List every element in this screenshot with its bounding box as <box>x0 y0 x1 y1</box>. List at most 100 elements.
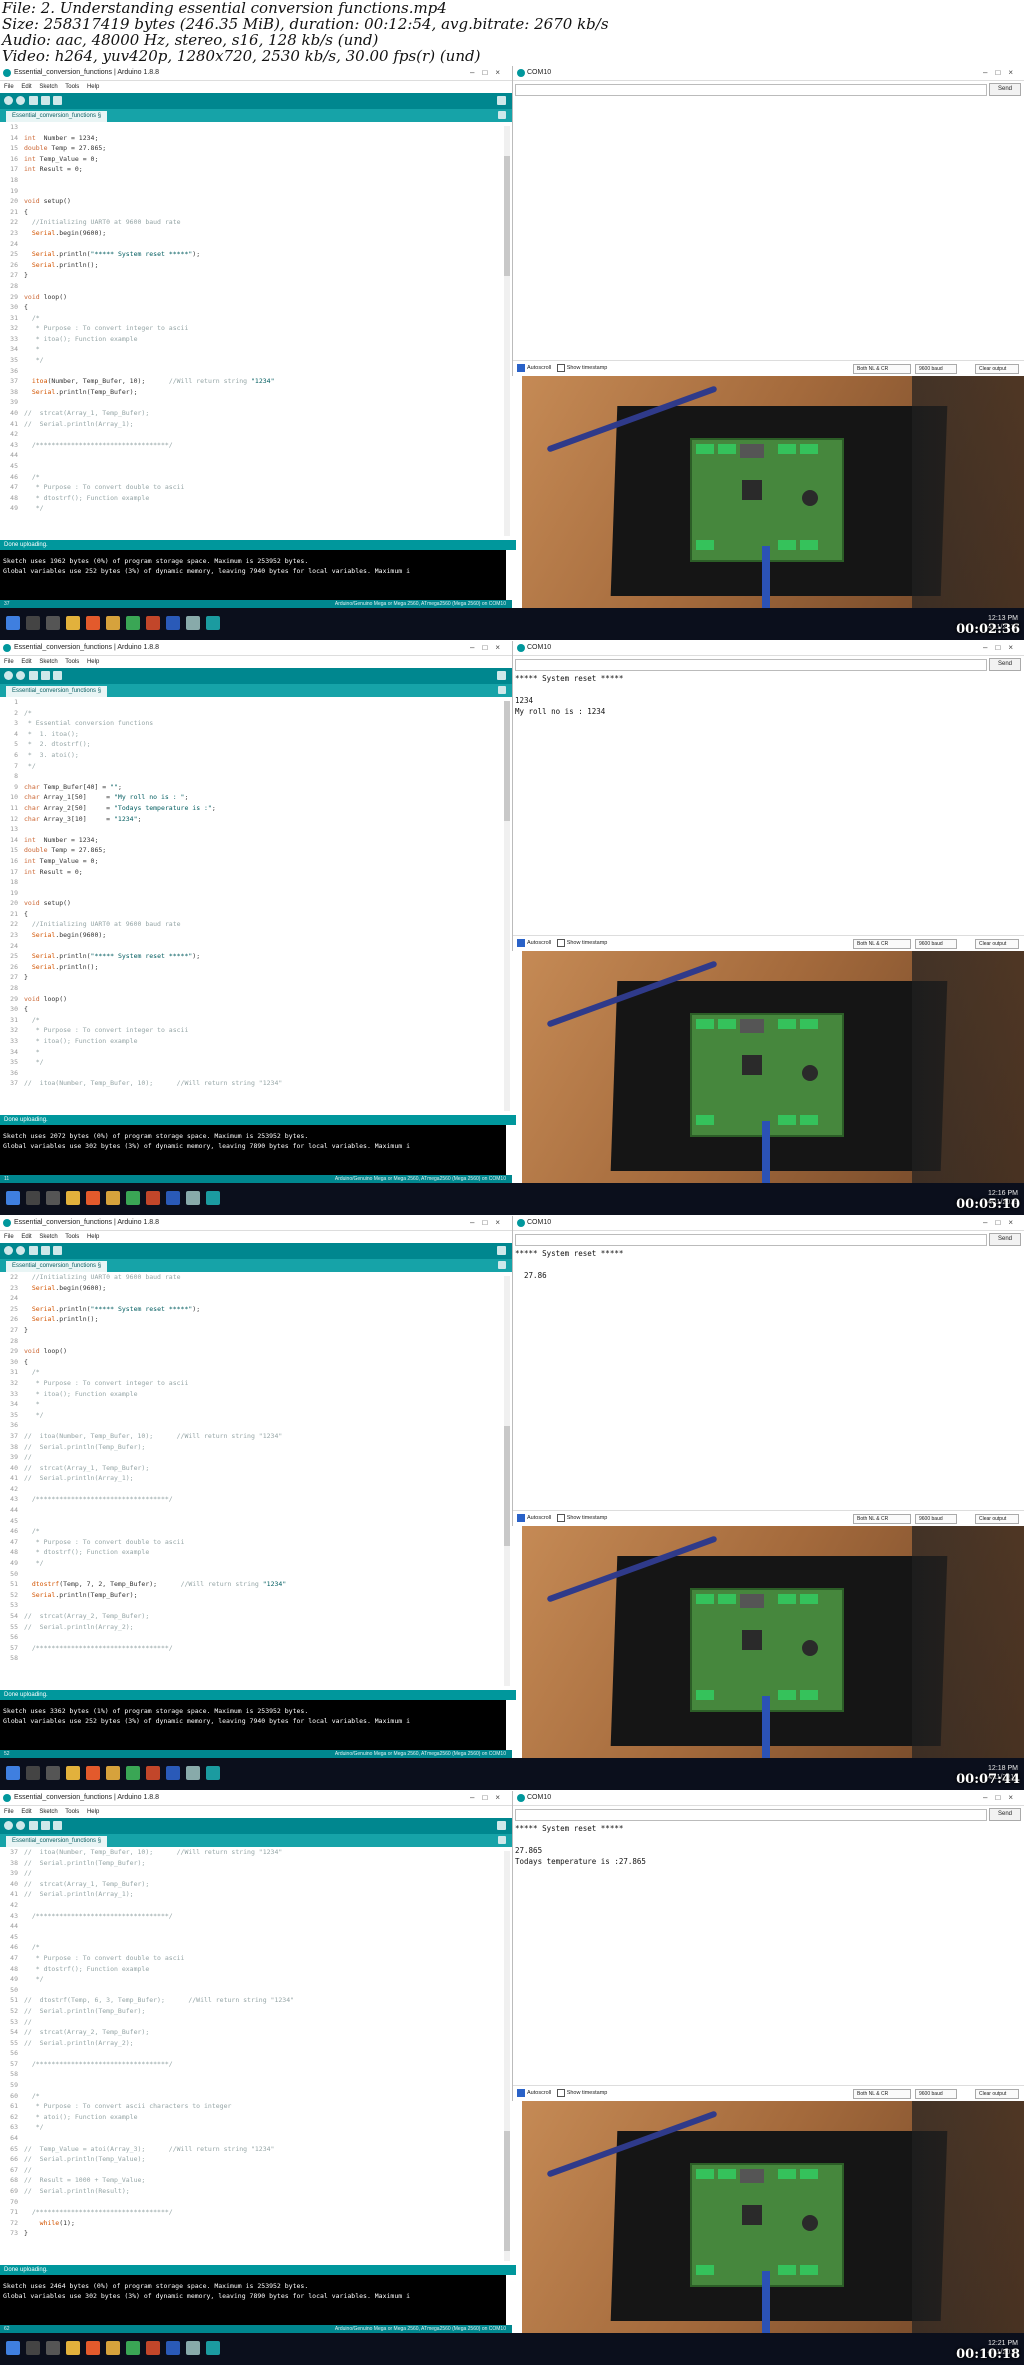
menu-help[interactable]: Help <box>87 1809 99 1815</box>
save-sketch-icon[interactable] <box>53 671 62 680</box>
task-view-icon[interactable] <box>46 1191 60 1205</box>
firefox-icon[interactable] <box>86 1191 100 1205</box>
menu-tools[interactable]: Tools <box>65 84 79 90</box>
save-sketch-icon[interactable] <box>53 96 62 105</box>
code-line[interactable]: 25 Serial.println("***** System reset **… <box>0 249 504 260</box>
code-line[interactable]: 63 */ <box>0 2122 504 2133</box>
code-line[interactable]: 35 */ <box>0 1057 504 1068</box>
baud-select[interactable]: 9600 baud <box>915 2089 957 2099</box>
code-line[interactable]: 39 // <box>0 1868 504 1879</box>
code-line[interactable]: 4 * 1. itoa(); <box>0 729 504 740</box>
code-line[interactable]: 38 // Serial.println(Temp_Bufer); <box>0 1858 504 1869</box>
code-line[interactable]: 53 // <box>0 2017 504 2028</box>
code-line[interactable]: 21 { <box>0 909 504 920</box>
line-ending-select[interactable]: Both NL & CR <box>853 939 911 949</box>
code-line[interactable]: 44 <box>0 1505 504 1516</box>
code-line[interactable]: 30 { <box>0 302 504 313</box>
code-line[interactable]: 54 // strcat(Array_2, Temp_Bufer); <box>0 1611 504 1622</box>
code-line[interactable]: 41 // Serial.println(Array_1); <box>0 419 504 430</box>
code-line[interactable]: 29 void loop() <box>0 292 504 303</box>
menu-edit[interactable]: Edit <box>21 1234 31 1240</box>
code-line[interactable]: 37 // itoa(Number, Temp_Bufer, 10); //Wil… <box>0 1078 504 1089</box>
code-line[interactable]: 25 Serial.println("***** System reset **… <box>0 1304 504 1315</box>
code-line[interactable]: 49 */ <box>0 1974 504 1985</box>
code-line[interactable]: 40 // strcat(Array_1, Temp_Bufer); <box>0 408 504 419</box>
powerpoint-icon[interactable] <box>146 2341 160 2355</box>
open-sketch-icon[interactable] <box>41 1821 50 1830</box>
code-line[interactable]: 47 * Purpose : To convert double to asci… <box>0 1537 504 1548</box>
code-line[interactable]: 14 int Number = 1234; <box>0 133 504 144</box>
menu-tools[interactable]: Tools <box>65 659 79 665</box>
menu-sketch[interactable]: Sketch <box>39 659 57 665</box>
serial-monitor-icon[interactable] <box>497 1246 506 1255</box>
code-line[interactable]: 56 <box>0 1632 504 1643</box>
window-controls[interactable]: –□× <box>470 1791 508 1805</box>
sketch-tab[interactable]: Essential_conversion_functions § <box>6 1836 108 1847</box>
send-button[interactable]: Send <box>989 1808 1021 1821</box>
arduino-taskbar-icon[interactable] <box>206 1191 220 1205</box>
send-button[interactable]: Send <box>989 83 1021 96</box>
code-line[interactable]: 71 /**********************************/ <box>0 2207 504 2218</box>
scrollbar-thumb[interactable] <box>504 1426 510 1546</box>
code-editor[interactable]: 1 2/* 3 * Essential conversion functions 4 … <box>0 697 504 1115</box>
arduino-taskbar-icon[interactable] <box>206 2341 220 2355</box>
code-line[interactable]: 48 * dtostrf(); Function example <box>0 493 504 504</box>
save-sketch-icon[interactable] <box>53 1821 62 1830</box>
powerpoint-icon[interactable] <box>146 1191 160 1205</box>
menu-edit[interactable]: Edit <box>21 84 31 90</box>
code-line[interactable]: 13 <box>0 824 504 835</box>
task-view-icon[interactable] <box>46 1766 60 1780</box>
menu-help[interactable]: Help <box>87 84 99 90</box>
menu-sketch[interactable]: Sketch <box>39 84 57 90</box>
new-sketch-icon[interactable] <box>29 96 38 105</box>
serial-monitor-icon[interactable] <box>497 1821 506 1830</box>
code-line[interactable]: 23 Serial.begin(9600); <box>0 1283 504 1294</box>
code-line[interactable]: 17 int Result = 0; <box>0 867 504 878</box>
verify-icon[interactable] <box>4 1246 13 1255</box>
code-editor[interactable]: 22 //Initializing UART0 at 9600 baud rat… <box>0 1272 504 1690</box>
baud-select[interactable]: 9600 baud <box>915 939 957 949</box>
code-line[interactable]: 44 <box>0 1921 504 1932</box>
code-line[interactable]: 27} <box>0 972 504 983</box>
code-line[interactable]: 33 * itoa(); Function example <box>0 1389 504 1400</box>
autoscroll-checkbox[interactable] <box>517 938 525 947</box>
code-line[interactable]: 15 double Temp = 27.865; <box>0 143 504 154</box>
chrome-icon[interactable] <box>126 2341 140 2355</box>
window-controls[interactable]: –□× <box>983 1791 1021 1805</box>
code-line[interactable]: 48 * dtostrf(); Function example <box>0 1964 504 1975</box>
code-line[interactable]: 24 <box>0 239 504 250</box>
code-line[interactable]: 47 * Purpose : To convert double to asci… <box>0 1953 504 1964</box>
menu-tools[interactable]: Tools <box>65 1809 79 1815</box>
code-line[interactable]: 26 Serial.println(); <box>0 260 504 271</box>
code-line[interactable]: 32 * Purpose : To convert integer to asc… <box>0 1378 504 1389</box>
open-sketch-icon[interactable] <box>41 1246 50 1255</box>
editor-scrollbar[interactable] <box>504 1851 510 2261</box>
code-line[interactable]: 20 void setup() <box>0 196 504 207</box>
firefox-icon[interactable] <box>86 1766 100 1780</box>
code-line[interactable]: 58 <box>0 1653 504 1664</box>
code-line[interactable]: 23 Serial.begin(9600); <box>0 930 504 941</box>
verify-icon[interactable] <box>4 671 13 680</box>
code-line[interactable]: 36 <box>0 1420 504 1431</box>
powerpoint-icon[interactable] <box>146 1766 160 1780</box>
autoscroll-checkbox[interactable] <box>517 1513 525 1522</box>
window-controls[interactable]: –□× <box>983 641 1021 655</box>
folder-icon[interactable] <box>106 1191 120 1205</box>
photos-icon[interactable] <box>186 1191 200 1205</box>
code-line[interactable]: 32 * Purpose : To convert integer to asc… <box>0 1025 504 1036</box>
code-line[interactable]: 33 * itoa(); Function example <box>0 334 504 345</box>
clear-output-button[interactable]: Clear output <box>975 939 1019 949</box>
code-line[interactable]: 9 char Temp_Bufer[40] = ""; <box>0 782 504 793</box>
upload-icon[interactable] <box>16 1821 25 1830</box>
code-line[interactable]: 3 * Essential conversion functions <box>0 718 504 729</box>
code-line[interactable]: 49 */ <box>0 503 504 514</box>
window-controls[interactable]: –□× <box>470 1216 508 1230</box>
chrome-icon[interactable] <box>126 1766 140 1780</box>
code-line[interactable]: 11 char Array_2[50] = "Todays temperature… <box>0 803 504 814</box>
code-line[interactable]: 46 /* <box>0 472 504 483</box>
folder-icon[interactable] <box>106 616 120 630</box>
code-line[interactable]: 37 // itoa(Number, Temp_Bufer, 10); //Wil… <box>0 1847 504 1858</box>
menu-file[interactable]: File <box>4 1234 14 1240</box>
code-line[interactable]: 14 int Number = 1234; <box>0 835 504 846</box>
code-line[interactable]: 43 /**********************************/ <box>0 440 504 451</box>
